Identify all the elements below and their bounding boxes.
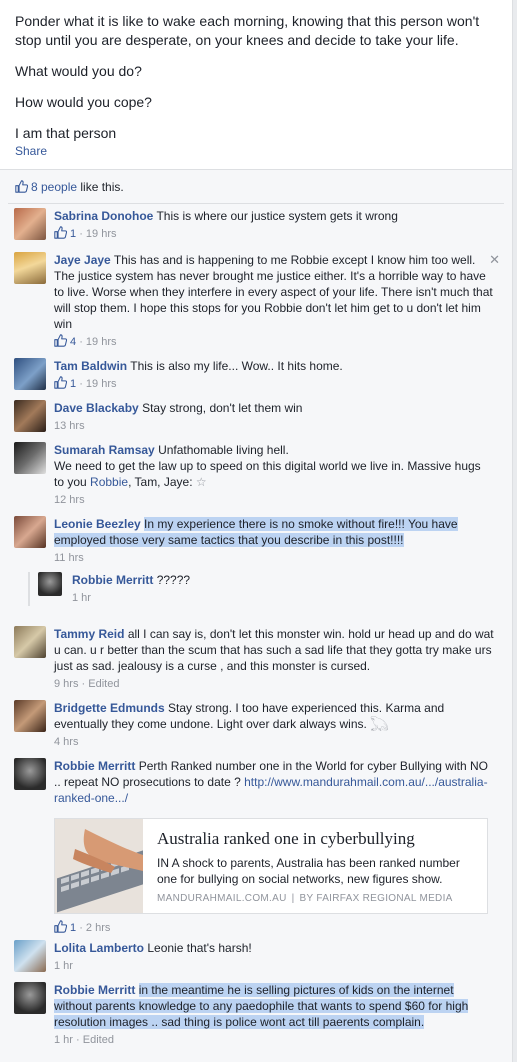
- comment-text: This has and is happening to me Robbie e…: [54, 253, 493, 331]
- comment-time[interactable]: 1 hr: [72, 592, 91, 604]
- avatar[interactable]: [14, 252, 46, 284]
- star-icon: ☆: [195, 475, 207, 489]
- avatar[interactable]: [14, 982, 46, 1014]
- comment-author[interactable]: Sumarah Ramsay: [54, 443, 155, 457]
- avatar[interactable]: [14, 626, 46, 658]
- hands-icon: 𓆏: [370, 717, 389, 731]
- comment-author[interactable]: Sabrina Donohoe: [54, 209, 153, 223]
- comment-like-count[interactable]: 4: [70, 336, 76, 348]
- comment-text: This is where our justice system gets it…: [156, 209, 398, 223]
- article-title[interactable]: Australia ranked one in cyberbullying: [157, 829, 415, 849]
- article-byline: BY FAIRFAX REGIONAL MEDIA: [299, 893, 453, 904]
- comment-author[interactable]: Robbie Merritt: [54, 983, 135, 997]
- thumbs-up-icon[interactable]: [54, 226, 67, 239]
- comment-time[interactable]: 12 hrs: [54, 494, 85, 506]
- comment-author[interactable]: Jaye Jaye: [54, 253, 111, 267]
- thumbs-up-icon[interactable]: [54, 376, 67, 389]
- article-domain: MANDURAHMAIL.COM.AU: [157, 893, 287, 904]
- divider: [8, 203, 504, 204]
- close-icon[interactable]: ✕: [489, 252, 500, 268]
- comment-author[interactable]: Lolita Lamberto: [54, 941, 144, 955]
- post-paragraph: I am that person: [15, 125, 117, 141]
- avatar[interactable]: [14, 442, 46, 474]
- comment-time[interactable]: 1 hr: [54, 1034, 73, 1046]
- avatar[interactable]: [14, 700, 46, 732]
- avatar[interactable]: [14, 758, 46, 790]
- comment-time[interactable]: 11 hrs: [54, 552, 84, 564]
- avatar[interactable]: [14, 358, 46, 390]
- thumbs-up-icon[interactable]: [54, 920, 67, 933]
- avatar[interactable]: [14, 400, 46, 432]
- likes-summary: 8 people like this.: [15, 179, 124, 195]
- comment-text: Stay strong, don't let them win: [142, 401, 303, 415]
- meta-dot: ·: [81, 678, 86, 690]
- reply: Robbie Merritt ????? 1 hr: [28, 572, 468, 606]
- comment-time[interactable]: 9 hrs: [54, 678, 78, 690]
- avatar[interactable]: [38, 572, 62, 596]
- meta-dot: ·: [79, 228, 83, 240]
- edited-label[interactable]: Edited: [83, 1034, 114, 1046]
- comment-text: ?????: [156, 573, 191, 587]
- comment-author[interactable]: Robbie Merritt: [54, 759, 135, 773]
- comment-text: , Tam, Jaye:: [128, 475, 193, 489]
- comment-like-count[interactable]: 1: [70, 228, 76, 240]
- meta-dot: ·: [79, 336, 83, 348]
- avatar[interactable]: [14, 208, 46, 240]
- source-separator: |: [291, 893, 295, 904]
- comment-time[interactable]: 2 hrs: [86, 922, 110, 934]
- comment-time[interactable]: 19 hrs: [86, 228, 117, 240]
- article-description: IN A shock to parents, Australia has bee…: [157, 856, 460, 886]
- comment-text: Unfathomable living hell.: [158, 443, 289, 457]
- meta-dot: ·: [79, 922, 83, 934]
- comment-like-count[interactable]: 1: [70, 922, 76, 934]
- comments-panel: 8 people like this. Sabrina Donohoe This…: [0, 170, 513, 1062]
- comment-time[interactable]: 19 hrs: [86, 378, 117, 390]
- post-paragraph: What would you do?: [15, 63, 142, 79]
- thumbs-up-icon[interactable]: [54, 334, 67, 347]
- comment-meta: 1 · 2 hrs: [54, 920, 110, 936]
- post-paragraph: How would you cope?: [15, 94, 152, 110]
- comment-time[interactable]: 13 hrs: [54, 420, 85, 432]
- edited-label[interactable]: Edited: [88, 678, 119, 690]
- comment-author[interactable]: Robbie Merritt: [72, 573, 153, 587]
- comment-author[interactable]: Tam Baldwin: [54, 359, 127, 373]
- comment-text: Leonie that's harsh!: [147, 941, 252, 955]
- comment-author[interactable]: Leonie Beezley: [54, 517, 141, 531]
- likes-people-link[interactable]: 8 people: [31, 180, 77, 194]
- article-source: MANDURAHMAIL.COM.AU | BY FAIRFAX REGIONAL …: [157, 893, 453, 904]
- avatar[interactable]: [14, 516, 46, 548]
- comment-like-count[interactable]: 1: [70, 378, 76, 390]
- comment-text: This is also my life... Wow.. It hits ho…: [130, 359, 343, 373]
- share-label[interactable]: Share: [15, 144, 47, 158]
- thumbs-up-icon: [15, 180, 28, 193]
- article-thumbnail[interactable]: [55, 819, 143, 913]
- meta-dot: ·: [76, 1034, 80, 1046]
- post-text: Ponder what it is like to wake each morn…: [15, 12, 495, 155]
- post: Ponder what it is like to wake each morn…: [0, 0, 513, 170]
- comment-time[interactable]: 1 hr: [54, 960, 73, 972]
- share-link[interactable]: Share: [15, 144, 47, 158]
- link-preview-card[interactable]: Australia ranked one in cyberbullying IN…: [54, 818, 488, 914]
- comment-time[interactable]: 19 hrs: [86, 336, 117, 348]
- comment-author[interactable]: Tammy Reid: [54, 627, 124, 641]
- comment-author[interactable]: Dave Blackaby: [54, 401, 139, 415]
- mention-link[interactable]: Robbie: [90, 475, 128, 489]
- comment-time[interactable]: 4 hrs: [54, 736, 78, 748]
- post-paragraph: Ponder what it is like to wake each morn…: [15, 13, 480, 48]
- meta-dot: ·: [79, 378, 83, 390]
- avatar[interactable]: [14, 940, 46, 972]
- comment-author[interactable]: Bridgette Edmunds: [54, 701, 165, 715]
- likes-suffix: like this.: [77, 180, 124, 194]
